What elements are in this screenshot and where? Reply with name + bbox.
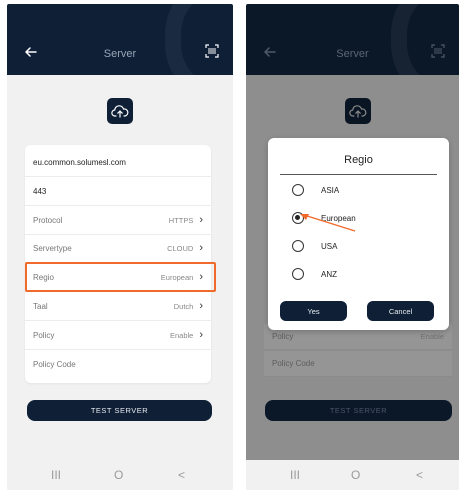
page-title: Server	[103, 48, 137, 60]
radio-option-usa[interactable]: USA	[292, 238, 337, 254]
system-nav-bar: III O <	[7, 460, 233, 490]
row-label: Policy	[33, 331, 55, 340]
app-bar: Server	[246, 4, 459, 75]
policy-code-field[interactable]: Policy Code	[25, 350, 211, 378]
server-address-value: eu.common.solumesl.com	[33, 158, 126, 167]
recents-icon[interactable]: III	[51, 468, 61, 482]
chevron-right-icon: ›	[199, 329, 203, 341]
test-server-button[interactable]: TEST SERVER	[27, 400, 212, 421]
radio-option-anz[interactable]: ANZ	[292, 266, 337, 282]
page-title: Server	[336, 48, 369, 60]
settings-row-protocol[interactable]: Protocol HTTPS ›	[25, 207, 211, 235]
radio-icon	[292, 184, 304, 196]
row-label: Taal	[33, 302, 48, 311]
option-label: ANZ	[321, 269, 337, 279]
back-nav-icon[interactable]: <	[178, 468, 185, 482]
decorative-ring	[391, 4, 459, 75]
scan-icon[interactable]	[431, 44, 445, 58]
cloud-upload-icon	[349, 105, 367, 118]
dialog-title: Regio	[344, 154, 373, 166]
option-label: USA	[321, 241, 338, 251]
radio-option-asia[interactable]: ASIA	[292, 182, 339, 198]
back-nav-icon[interactable]: <	[416, 468, 423, 482]
app-bar: Server	[7, 4, 233, 75]
row-value: HTTPS	[168, 216, 194, 225]
row-label: Policy Code	[33, 359, 76, 369]
dialog-divider	[280, 174, 437, 175]
row-value: Enable	[420, 332, 444, 341]
row-value: CLOUD	[167, 244, 194, 253]
regio-dialog: Regio ASIA European USA ANZ Yes Cancel	[268, 138, 449, 330]
chevron-right-icon: ›	[199, 242, 203, 254]
port-field[interactable]: 443	[25, 178, 211, 206]
row-value: Enable	[169, 331, 194, 340]
radio-icon	[292, 268, 304, 280]
option-label: ASIA	[321, 185, 340, 195]
cloud-upload-icon	[111, 105, 129, 118]
chevron-right-icon: ›	[199, 214, 203, 226]
arrow-pointer-icon	[300, 214, 356, 232]
scan-icon[interactable]	[205, 44, 219, 58]
server-address-field[interactable]: eu.common.solumesl.com	[25, 149, 211, 177]
radio-icon	[292, 240, 304, 252]
yes-button[interactable]: Yes	[280, 301, 347, 321]
system-nav-bar: III O <	[246, 460, 459, 490]
screenshot-canvas: Server eu.common.solumesl.com 443 Protoc…	[0, 0, 459, 492]
dim-row-policy-code: Policy Code	[264, 351, 452, 377]
settings-row-policy[interactable]: Policy Enable ›	[25, 322, 211, 350]
home-icon[interactable]: O	[351, 468, 360, 482]
cancel-button[interactable]: Cancel	[367, 301, 434, 321]
row-label: Protocol	[33, 216, 63, 225]
row-label: Policy	[272, 332, 294, 341]
home-icon[interactable]: O	[114, 468, 123, 482]
highlight-box-regio	[25, 262, 216, 292]
recents-icon[interactable]: III	[290, 468, 300, 482]
row-label: Servertype	[33, 244, 72, 253]
test-server-button: TEST SERVER	[265, 400, 452, 421]
decorative-ring	[165, 4, 233, 75]
row-value: Dutch	[173, 302, 194, 311]
phone-screen-before: Server eu.common.solumesl.com 443 Protoc…	[7, 4, 233, 490]
settings-row-taal[interactable]: Taal Dutch ›	[25, 293, 211, 321]
phone-screen-after: Server Policy Enable Policy Code TEST SE…	[246, 4, 459, 490]
chevron-right-icon: ›	[199, 300, 203, 312]
settings-row-servertype[interactable]: Servertype CLOUD ›	[25, 235, 211, 263]
cloud-upload-button[interactable]	[107, 98, 133, 124]
cloud-upload-button	[345, 98, 371, 124]
row-label: Policy Code	[272, 359, 315, 368]
port-value: 443	[33, 187, 47, 196]
